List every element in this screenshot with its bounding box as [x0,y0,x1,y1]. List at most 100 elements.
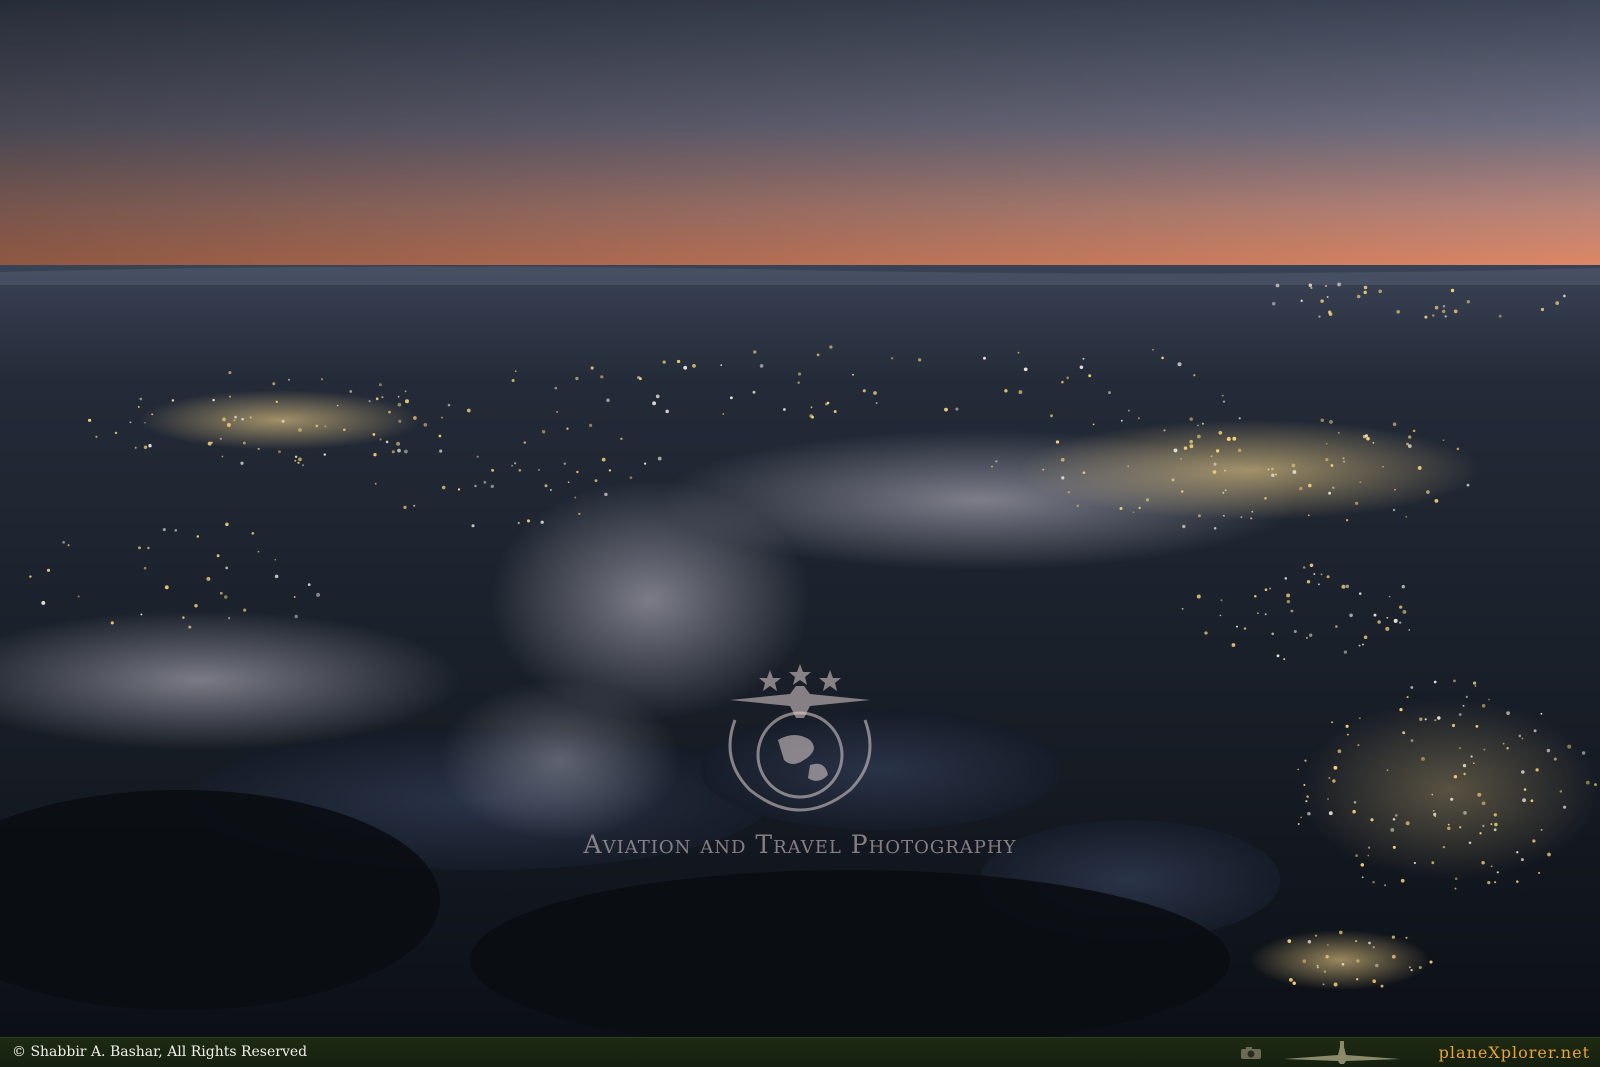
city-light [1171,478,1175,482]
city-light [783,408,786,411]
city-light [1120,419,1123,422]
city-light [604,492,608,497]
camera-icon [1241,1047,1261,1059]
city-light [652,401,657,406]
city-light [1494,822,1498,827]
city-light [148,444,152,448]
city-light [221,455,224,458]
city-light [1343,650,1348,654]
city-light [917,358,922,362]
city-light [457,488,461,491]
city-light [1396,310,1400,314]
city-light [374,482,377,485]
city-light [578,512,581,516]
city-light [797,381,800,384]
city-light [1540,307,1545,312]
city-light [1221,394,1224,397]
city-light [225,522,229,527]
city-light [1358,717,1361,720]
city-light [1462,704,1465,707]
city-light [1023,367,1028,372]
city-light [662,360,666,364]
city-light [491,468,495,472]
city-light [1458,747,1461,750]
city-light [1004,389,1008,393]
city-light [1145,498,1150,502]
city-light [1358,644,1361,647]
city-light [1327,944,1329,946]
city-light [307,583,311,586]
city-light [514,370,517,372]
city-light [225,566,229,570]
city-light [1454,887,1457,890]
city-light [1466,300,1470,304]
city-light [1324,284,1328,287]
city-light [852,373,854,376]
city-light [1385,626,1390,631]
city-light [1533,729,1537,733]
city-light [1236,625,1238,628]
city-light [1286,599,1291,604]
city-light [143,566,147,570]
lake-center [700,710,1060,830]
city-light [379,438,382,441]
city-light [1410,739,1414,742]
city-light [1482,824,1485,828]
city-light [134,446,137,449]
city-light [1506,746,1509,750]
city-light [1314,934,1318,937]
city-light [1498,314,1502,318]
city-light [372,433,376,436]
city-light [995,460,998,463]
city-light [676,359,681,364]
city-light [1516,851,1519,854]
city-light [1332,486,1335,489]
city-light [1060,457,1065,462]
city-light [1250,517,1253,520]
city-light [397,448,401,453]
city-light [378,383,382,387]
city-light [1360,863,1365,867]
city-light [1432,809,1435,812]
city-light [1223,514,1225,517]
city-light [1346,733,1349,736]
city-light [1251,510,1254,513]
city-light [1189,444,1194,449]
city-light [228,617,231,620]
city-light [1320,299,1324,303]
city-light [1444,315,1447,318]
city-light [1468,841,1472,845]
city-light [240,461,244,465]
city-light [511,378,515,383]
city-light [1127,465,1130,468]
city-light [87,418,92,422]
city-light [983,356,986,360]
city-light [224,595,228,599]
city-light [1337,431,1340,434]
city-light [1307,811,1311,816]
city-light [1547,852,1551,857]
city-light [1092,423,1095,426]
city-light [1470,755,1473,758]
city-light [1463,772,1466,776]
site-brand: planeXplorer.net [1438,1043,1590,1062]
city-light [518,468,522,472]
city-light [1218,430,1223,435]
city-light [188,625,192,629]
city-light [875,402,878,404]
city-light [1283,658,1286,661]
city-light [1271,467,1274,471]
city-light [1212,470,1217,474]
city-light [1210,455,1213,458]
city-light [403,505,407,510]
city-light [439,449,443,453]
city-light [1303,784,1306,786]
city-light [1450,797,1454,801]
city-light [182,616,185,619]
city-light [1424,718,1427,721]
city-light [1405,516,1408,518]
city-light [194,603,198,608]
city-light [1392,845,1396,849]
city-light [1326,575,1330,579]
city-light [1182,524,1186,529]
